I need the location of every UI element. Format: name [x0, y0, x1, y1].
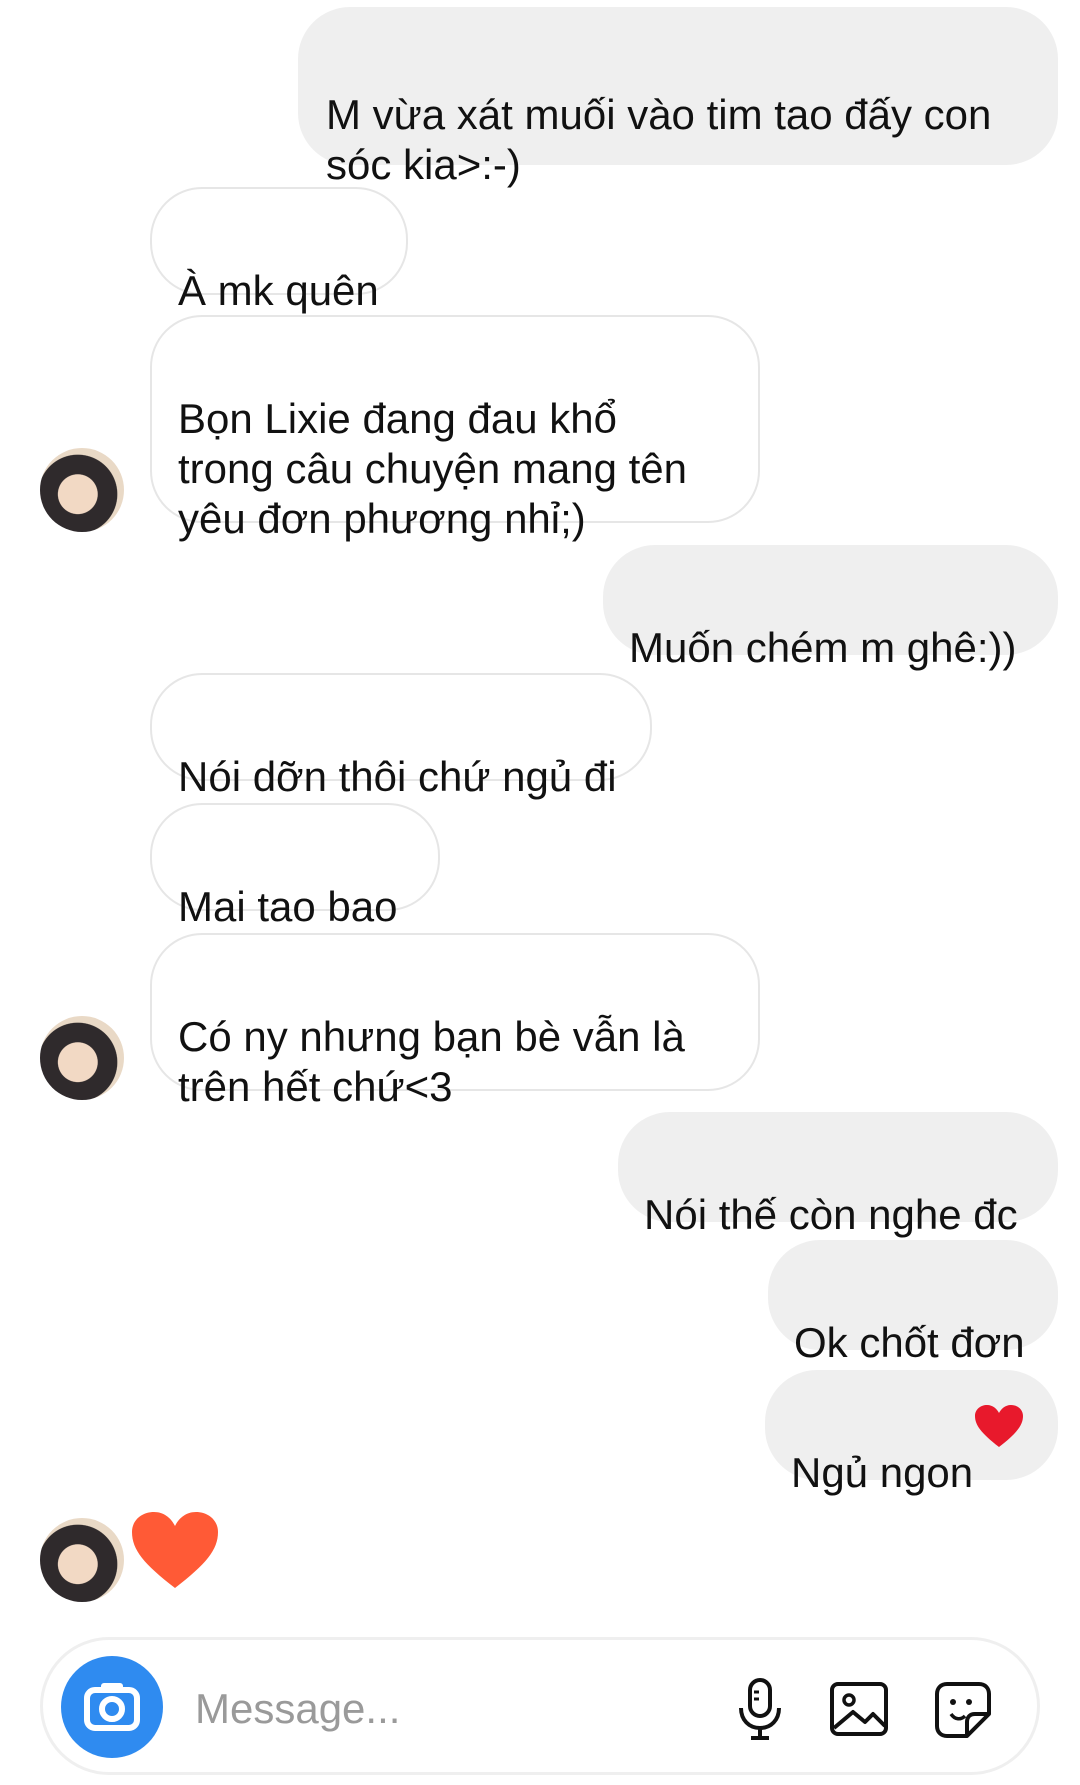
contact-avatar[interactable]	[40, 448, 124, 532]
camera-button[interactable]	[61, 1656, 163, 1758]
contact-avatar[interactable]	[40, 1518, 124, 1602]
microphone-icon	[739, 1678, 781, 1740]
message-text: Ngủ ngon	[791, 1449, 974, 1496]
gallery-button[interactable]	[825, 1674, 895, 1744]
message-text: Muốn chém m ghê:))	[629, 624, 1017, 671]
message-text: À mk quên	[178, 267, 379, 314]
message-text: Nói thế còn nghe đc	[644, 1191, 1018, 1238]
message-bubble-outgoing[interactable]: Muốn chém m ghê:))	[603, 545, 1058, 671]
message-bubble-outgoing[interactable]: Ngủ ngon	[765, 1370, 1058, 1496]
message-bubble-incoming[interactable]: Mai tao bao	[150, 803, 440, 930]
message-text: Nói dỡn thôi chứ ngủ đi	[178, 753, 617, 800]
sticker-icon	[935, 1682, 991, 1738]
message-bubble-incoming[interactable]: Bọn Lixie đang đau khổ trong câu chuyện …	[150, 315, 760, 542]
heart-icon[interactable]	[130, 1510, 220, 1590]
message-input[interactable]	[193, 1673, 717, 1745]
message-bubble-incoming[interactable]: Nói dỡn thôi chứ ngủ đi	[150, 673, 652, 800]
camera-icon	[84, 1683, 140, 1731]
contact-avatar[interactable]	[40, 1016, 124, 1100]
message-text: Bọn Lixie đang đau khổ trong câu chuyện …	[178, 395, 688, 542]
message-text: M vừa xát muối vào tim tao đấy con sóc k…	[326, 91, 992, 188]
message-text: Có ny nhưng bạn bè vẫn là trên hết chứ<3	[178, 1013, 685, 1110]
red-heart-emoji-icon	[975, 1405, 1023, 1447]
sticker-button[interactable]	[927, 1674, 997, 1744]
message-text: Ok chốt đơn	[794, 1319, 1025, 1366]
microphone-button[interactable]	[725, 1674, 795, 1744]
message-bubble-outgoing[interactable]: Ok chốt đơn	[768, 1240, 1058, 1366]
message-bubble-outgoing[interactable]: M vừa xát muối vào tim tao đấy con sóc k…	[298, 7, 1058, 188]
image-icon	[830, 1682, 888, 1736]
message-bubble-outgoing[interactable]: Nói thế còn nghe đc	[618, 1112, 1058, 1238]
message-bubble-incoming[interactable]: Có ny nhưng bạn bè vẫn là trên hết chứ<3	[150, 933, 760, 1110]
message-bubble-incoming[interactable]: À mk quên	[150, 187, 408, 314]
message-text: Mai tao bao	[178, 883, 398, 930]
message-composer	[40, 1637, 1040, 1775]
